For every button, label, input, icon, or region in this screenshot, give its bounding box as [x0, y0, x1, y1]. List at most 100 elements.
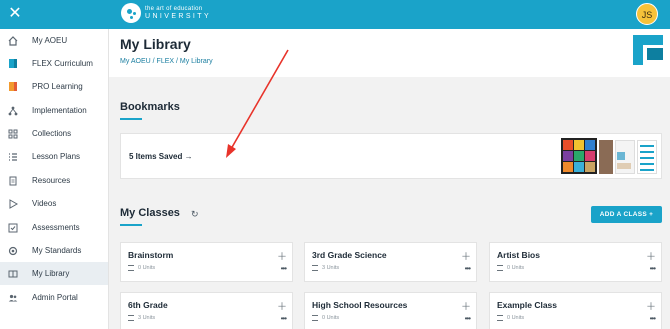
add-class-button[interactable]: ADD A CLASS + [591, 206, 662, 223]
users-icon [8, 293, 18, 303]
sidebar-item-label: Collections [32, 129, 72, 138]
units-count: 3 Units [138, 315, 156, 321]
class-title[interactable]: Example Class [497, 300, 557, 310]
class-card-6th-grade[interactable]: 6th Grade 3 Units ＋ ••• [120, 292, 293, 329]
more-options-icon[interactable]: ••• [281, 314, 287, 323]
sidebar: My AOEU FLEX Curriculum PRO Learning Imp… [0, 29, 109, 329]
units-count: 0 Units [138, 265, 156, 271]
sidebar-item-label: My Library [32, 269, 70, 278]
play-icon [8, 198, 18, 209]
units-icon [312, 265, 318, 271]
class-units: 0 Units [497, 265, 524, 271]
more-options-icon[interactable]: ••• [465, 264, 471, 273]
bookmarks-underline [120, 118, 142, 120]
more-options-icon[interactable]: ••• [650, 264, 656, 273]
flex-logo [633, 35, 663, 65]
class-card-artist-bios[interactable]: Artist Bios 0 Units ＋ ••• [489, 242, 662, 282]
sidebar-item-my-library[interactable]: My Library [0, 262, 108, 285]
gear-icon [8, 246, 18, 256]
my-classes-heading: My Classes [120, 207, 180, 219]
sidebar-item-my-aoeu[interactable]: My AOEU [0, 29, 108, 52]
sidebar-item-lesson-plans[interactable]: Lesson Plans [0, 145, 108, 168]
class-card-3rd-grade-science[interactable]: 3rd Grade Science 3 Units ＋ ••• [304, 242, 477, 282]
class-card-high-school-resources[interactable]: High School Resources 0 Units ＋ ••• [304, 292, 477, 329]
sidebar-item-admin-portal[interactable]: Admin Portal [0, 286, 108, 309]
sidebar-item-label: FLEX Curriculum [32, 59, 93, 68]
list-icon [8, 152, 18, 162]
sidebar-item-label: My AOEU [32, 36, 68, 45]
sidebar-item-pro-learning[interactable]: PRO Learning [0, 75, 108, 98]
hierarchy-icon [8, 106, 18, 116]
class-units: 3 Units [128, 315, 155, 321]
flex-icon [8, 59, 18, 69]
units-count: 0 Units [507, 265, 525, 271]
sidebar-item-collections[interactable]: Collections [0, 122, 108, 145]
more-options-icon[interactable]: ••• [465, 314, 471, 323]
breadcrumb[interactable]: My AOEU / FLEX / My Library [120, 58, 213, 65]
class-units: 3 Units [312, 265, 339, 271]
home-icon [8, 35, 18, 46]
units-icon [128, 315, 134, 321]
sidebar-item-flex-curriculum[interactable]: FLEX Curriculum [0, 52, 108, 75]
class-card-brainstorm[interactable]: Brainstorm 0 Units ＋ ••• [120, 242, 293, 282]
class-units: 0 Units [128, 265, 155, 271]
document-icon [8, 176, 18, 186]
class-title[interactable]: 3rd Grade Science [312, 250, 387, 260]
add-icon[interactable]: ＋ [277, 298, 287, 313]
units-icon [497, 315, 503, 321]
sidebar-item-label: Admin Portal [32, 293, 78, 302]
logo-line1: the art of education [145, 6, 203, 12]
bookmarks-heading: Bookmarks [120, 101, 180, 113]
bookmarks-card[interactable]: 5 Items Saved → [120, 133, 662, 179]
units-icon [497, 265, 503, 271]
class-units: 0 Units [312, 315, 339, 321]
logo-line2: UNIVERSITY [145, 13, 212, 20]
page-header: My Library My AOEU / FLEX / My Library [109, 29, 670, 77]
add-icon[interactable]: ＋ [646, 248, 656, 263]
more-options-icon[interactable]: ••• [650, 314, 656, 323]
class-title[interactable]: Brainstorm [128, 250, 173, 260]
sidebar-item-implementation[interactable]: Implementation [0, 99, 108, 122]
sidebar-item-label: Lesson Plans [32, 152, 81, 161]
units-count: 0 Units [507, 315, 525, 321]
add-icon[interactable]: ＋ [461, 248, 471, 263]
sidebar-item-videos[interactable]: Videos [0, 192, 108, 215]
sidebar-item-label: Resources [32, 176, 71, 185]
add-icon[interactable]: ＋ [277, 248, 287, 263]
page-title: My Library [120, 36, 191, 52]
sidebar-item-assessments[interactable]: Assessments [0, 216, 108, 239]
units-icon [128, 265, 134, 271]
units-count: 3 Units [322, 265, 340, 271]
palette-icon [121, 3, 141, 23]
sidebar-item-resources[interactable]: Resources [0, 169, 108, 192]
sidebar-item-label: PRO Learning [32, 82, 83, 91]
sidebar-item-label: Assessments [32, 223, 80, 232]
aoeu-logo[interactable]: the art of education UNIVERSITY [121, 3, 211, 23]
add-icon[interactable]: ＋ [461, 298, 471, 313]
close-icon[interactable]: ✕ [6, 5, 24, 23]
grid-icon [8, 129, 18, 139]
class-title[interactable]: Artist Bios [497, 250, 540, 260]
sidebar-item-label: My Standards [32, 246, 82, 255]
book-icon [8, 269, 18, 279]
add-icon[interactable]: ＋ [646, 298, 656, 313]
sidebar-item-label: Videos [32, 199, 57, 208]
sidebar-item-my-standards[interactable]: My Standards [0, 239, 108, 262]
class-title[interactable]: 6th Grade [128, 300, 168, 310]
main-content: My Library My AOEU / FLEX / My Library B… [109, 29, 670, 329]
bookmarks-preview-image [561, 138, 659, 176]
class-title[interactable]: High School Resources [312, 300, 407, 310]
avatar[interactable]: JS [636, 3, 658, 25]
my-classes-underline [120, 224, 142, 226]
sidebar-item-label: Implementation [32, 106, 87, 115]
class-units: 0 Units [497, 315, 524, 321]
units-icon [312, 315, 318, 321]
top-bar: ✕ the art of education UNIVERSITY JS [0, 0, 670, 29]
class-card-example-class[interactable]: Example Class 0 Units ＋ ••• [489, 292, 662, 329]
units-count: 0 Units [322, 315, 340, 321]
more-options-icon[interactable]: ••• [281, 264, 287, 273]
items-saved-link[interactable]: 5 Items Saved → [129, 152, 193, 161]
refresh-icon[interactable]: ↻ [191, 209, 199, 220]
pro-icon [8, 82, 18, 92]
checkbox-icon [8, 223, 18, 233]
